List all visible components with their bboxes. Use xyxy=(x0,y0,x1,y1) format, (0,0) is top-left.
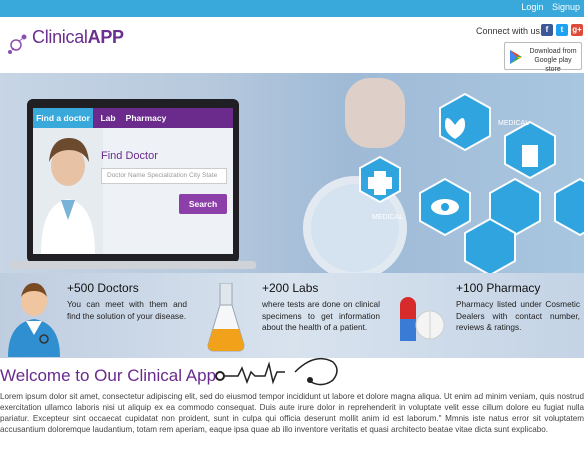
tab-pharmacy[interactable]: Pharmacy xyxy=(123,108,169,128)
search-tabs: Find a doctor Lab Pharmacy xyxy=(33,108,233,128)
stethoscope-heartbeat-icon xyxy=(215,357,338,386)
stat-labs-text: where tests are done on clinical specime… xyxy=(262,299,380,332)
logo-prefix: Clinical xyxy=(32,27,88,47)
welcome-title: Welcome to Our Clinical App xyxy=(0,366,217,385)
stat-doctors-title: +500 Doctors xyxy=(67,281,139,295)
stat-doctors-text: You can meet with them and find the solu… xyxy=(67,299,187,321)
doctor-photo xyxy=(33,128,103,254)
connect-label: Connect with us: xyxy=(476,26,543,36)
google-play-icon xyxy=(510,50,522,64)
logo[interactable]: ClinicalAPP xyxy=(6,23,124,57)
welcome-text: Lorem ipsum dolor sit amet, consectetur … xyxy=(0,392,584,434)
hand-image xyxy=(345,78,405,148)
welcome-section: Welcome to Our Clinical App Lorem ipsum … xyxy=(0,357,584,462)
tab-find-doctor[interactable]: Find a doctor xyxy=(33,108,93,128)
stat-pharmacy-text: Pharmacy listed under Cosmetic Dealers w… xyxy=(456,299,580,332)
login-link[interactable]: Login xyxy=(521,2,543,12)
twitter-icon[interactable]: t xyxy=(556,24,568,36)
google-plus-icon[interactable]: g+ xyxy=(571,24,583,36)
find-doctor-title: Find Doctor xyxy=(101,150,158,162)
logo-text: ClinicalAPP xyxy=(32,27,124,48)
cosmetic-hex-icon xyxy=(554,177,584,237)
stat-doctors: +500 Doctors You can meet with them and … xyxy=(67,281,187,322)
logo-suffix: APP xyxy=(87,27,124,47)
hex-label-medical-2: MEDICAL xyxy=(372,214,403,221)
google-play-text: Download from Google play store xyxy=(526,47,580,74)
google-play-line1: Download from xyxy=(529,48,577,55)
doctor-search-panel: Find a doctor Lab Pharmacy Find Doctor D… xyxy=(33,108,233,254)
doctor-search-input[interactable]: Doctor Name Specialization City State xyxy=(101,168,227,184)
stat-pharmacy-title: +100 Pharmacy xyxy=(456,281,541,295)
pill-icon xyxy=(400,297,445,341)
tab-lab[interactable]: Lab xyxy=(93,108,123,128)
stat-labs-title: +200 Labs xyxy=(262,281,319,295)
auth-links: Login Signup xyxy=(515,2,580,12)
signup-link[interactable]: Signup xyxy=(552,2,580,12)
flask-icon xyxy=(207,283,245,352)
stat-labs: +200 Labs where tests are done on clinic… xyxy=(262,281,380,334)
doctor-avatar-icon xyxy=(8,283,60,357)
google-play-button[interactable]: Download from Google play store xyxy=(504,42,582,73)
site-header: ClinicalAPP Connect with us: f t g+ Down… xyxy=(0,17,584,73)
stats-strip: +500 Doctors You can meet with them and … xyxy=(0,273,584,358)
facebook-icon[interactable]: f xyxy=(541,24,553,36)
top-bar: Login Signup xyxy=(0,0,584,17)
google-play-line2: Google play store xyxy=(534,57,572,73)
search-button[interactable]: Search xyxy=(179,194,227,214)
stat-pharmacy: +100 Pharmacy Pharmacy listed under Cosm… xyxy=(456,281,580,334)
hex-label-medical-1: MEDICAL xyxy=(498,120,529,127)
